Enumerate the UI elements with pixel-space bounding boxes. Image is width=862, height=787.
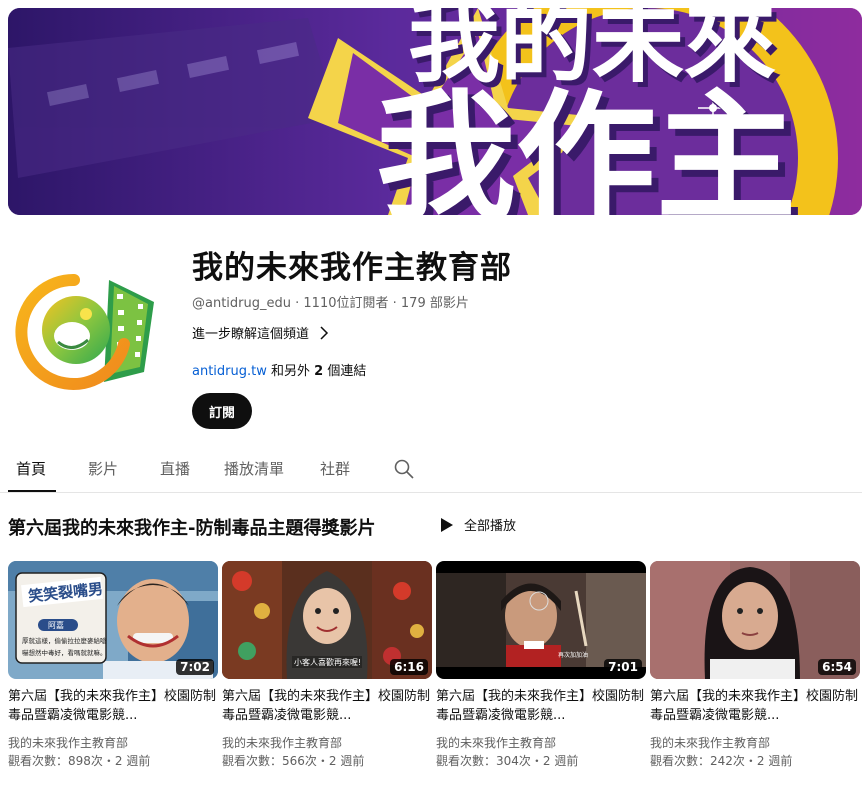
- meta-separator: ·: [388, 296, 401, 311]
- thumbnail-caption: 小客人喜歡再來喔!: [294, 657, 361, 667]
- channel-meta: @antidrug_edu · 1110位訂閱者 · 179 部影片: [192, 292, 469, 311]
- channel-banner: 我的未來 我的未來 我作主 我作主: [8, 8, 862, 215]
- video-title[interactable]: 第六屆【我的未來我作主】校園防制毒品暨霸凌微電影競...: [222, 687, 432, 725]
- tab-community[interactable]: 社群: [320, 458, 350, 479]
- overlay-text1: 厚就這樣，偷偷拉拉麼麥給嗆: [22, 636, 107, 645]
- channel-avatar[interactable]: [14, 272, 164, 392]
- video-stats: 觀看次數：898次・2 週前: [8, 754, 151, 768]
- tab-videos[interactable]: 影片: [88, 458, 118, 479]
- search-icon[interactable]: [393, 458, 415, 480]
- video-thumbnail[interactable]: 小客人喜歡再來喔! 6:16: [222, 561, 432, 679]
- video-stats: 觀看次數：566次・2 週前: [222, 754, 365, 768]
- video-channel[interactable]: 我的未來我作主教育部: [222, 735, 432, 752]
- video-stats: 觀看次數：242次・2 週前: [650, 754, 793, 768]
- video-stats: 觀看次數：304次・2 週前: [436, 754, 579, 768]
- banner-art: 我的未來 我的未來 我作主 我作主: [8, 8, 862, 215]
- video-channel[interactable]: 我的未來我作主教育部: [436, 735, 646, 752]
- channel-link[interactable]: antidrug.tw: [192, 364, 267, 379]
- video-duration: 6:54: [818, 659, 856, 675]
- play-all-label: 全部播放: [464, 519, 517, 534]
- meta-separator: ·: [291, 296, 304, 311]
- banner-line2: 我作主: [376, 77, 796, 215]
- video-card[interactable]: 笑笑裂嘴男 阿嘉 厚就這樣，偷偷拉拉麼麥給嗆 嚇想然中毒好，看嗎就就嘛。 7:0…: [8, 561, 218, 770]
- video-count: 179 部影片: [400, 296, 469, 311]
- video-thumbnail[interactable]: 6:54: [650, 561, 860, 679]
- channel-title: 我的未來我作主教育部: [192, 250, 512, 286]
- links-count: 2: [314, 364, 324, 379]
- overlay-name: 阿嘉: [48, 620, 64, 630]
- thumbnail-caption: 再次加加油: [558, 651, 588, 659]
- video-duration: 7:01: [604, 659, 642, 675]
- links-suffix: 和另外: [266, 364, 315, 379]
- channel-tabs: 首頁 影片 直播 播放清單 社群: [0, 448, 862, 493]
- more-about-link[interactable]: 進一步瞭解這個頻道: [192, 323, 331, 342]
- channel-handle: @antidrug_edu: [192, 296, 291, 311]
- video-card[interactable]: 小客人喜歡再來喔! 6:16 第六屆【我的未來我作主】校園防制毒品暨霸凌微電影競…: [222, 561, 432, 770]
- video-channel[interactable]: 我的未來我作主教育部: [8, 735, 218, 752]
- video-card[interactable]: 再次加加油 7:01 第六屆【我的未來我作主】校園防制毒品暨霸凌微電影競... …: [436, 561, 646, 770]
- links-suffix2: 個連結: [323, 364, 367, 379]
- video-channel[interactable]: 我的未來我作主教育部: [650, 735, 860, 752]
- play-icon: [441, 517, 453, 532]
- subscribe-button[interactable]: 訂閱: [192, 393, 252, 429]
- video-duration: 7:02: [176, 659, 214, 675]
- video-thumbnail[interactable]: 笑笑裂嘴男 阿嘉 厚就這樣，偷偷拉拉麼麥給嗆 嚇想然中毒好，看嗎就就嘛。 7:0…: [8, 561, 218, 679]
- video-duration: 6:16: [390, 659, 428, 675]
- subscriber-count: 1110位訂閱者: [303, 296, 389, 311]
- active-tab-indicator: [8, 490, 56, 492]
- channel-logo-icon: [15, 273, 154, 390]
- more-about-label: 進一步瞭解這個頻道: [192, 327, 310, 342]
- video-title[interactable]: 第六屆【我的未來我作主】校園防制毒品暨霸凌微電影競...: [650, 687, 860, 725]
- tab-home[interactable]: 首頁: [16, 458, 46, 479]
- play-all-button[interactable]: 全部播放: [440, 515, 516, 534]
- tab-live[interactable]: 直播: [160, 458, 190, 479]
- video-card[interactable]: 6:54 第六屆【我的未來我作主】校園防制毒品暨霸凌微電影競... 我的未來我作…: [650, 561, 860, 770]
- section-title[interactable]: 第六屆我的未來我作主-防制毒品主題得獎影片: [8, 514, 375, 540]
- chevron-right-icon: [320, 325, 329, 340]
- video-title[interactable]: 第六屆【我的未來我作主】校園防制毒品暨霸凌微電影競...: [8, 687, 218, 725]
- channel-links: antidrug.tw 和另外 2 個連結: [192, 360, 366, 379]
- tab-playlists[interactable]: 播放清單: [224, 458, 284, 479]
- video-thumbnail[interactable]: 再次加加油 7:01: [436, 561, 646, 679]
- video-title[interactable]: 第六屆【我的未來我作主】校園防制毒品暨霸凌微電影競...: [436, 687, 646, 725]
- overlay-text2: 嚇想然中毒好，看嗎就就嘛。: [22, 648, 107, 657]
